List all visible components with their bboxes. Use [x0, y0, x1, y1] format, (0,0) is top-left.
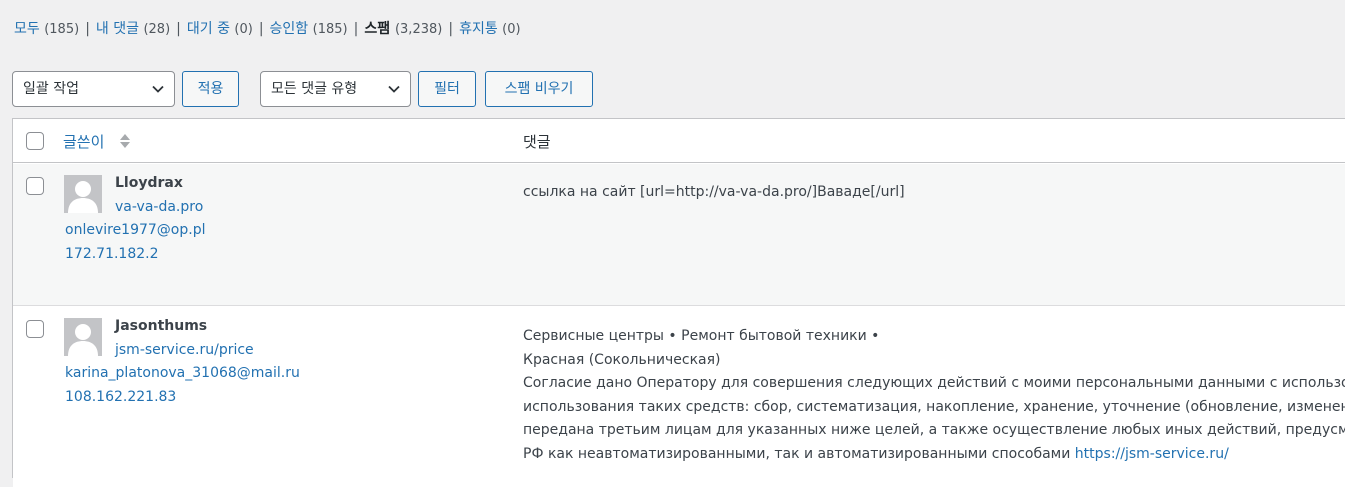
avatar	[64, 175, 102, 213]
bulk-action-value: 일괄 작업	[23, 81, 79, 97]
table-row: Jasonthums jsm-service.ru/price karina_p…	[13, 307, 1345, 487]
comment-line: передана третьим лицам для указанных ниж…	[523, 422, 1345, 438]
status-link-pending[interactable]: 대기 중 (0)	[187, 21, 253, 37]
author-name: Jasonthums	[115, 318, 208, 334]
status-link-spam[interactable]: 스팸 (3,238)	[364, 21, 442, 37]
comment-line: использования таких средств: сбор, систе…	[523, 398, 1345, 415]
comment-line: Красная (Сокольническая)	[523, 351, 721, 368]
bulk-action-select[interactable]: 일괄 작업	[12, 71, 175, 107]
comment-type-value: 모든 댓글 유형	[271, 81, 358, 97]
comment-text: ссылка на сайт [url=http://va-va-da.pro/…	[523, 181, 905, 205]
column-comment-header: 댓글	[523, 133, 551, 151]
separator: |	[176, 21, 181, 37]
comment-link[interactable]: https://jsm-service.ru/	[1075, 446, 1229, 462]
chevron-down-icon	[152, 85, 164, 93]
comment-text: Сервисные центры • Ремонт бытовой техник…	[523, 325, 1345, 466]
comment-line: ссылка на сайт [url=http://va-va-da.pro/…	[523, 184, 905, 200]
author-email-link[interactable]: karina_platonova_31068@mail.ru	[65, 365, 300, 381]
status-link-all[interactable]: 모두 (185)	[14, 21, 79, 37]
comment-type-select[interactable]: 모든 댓글 유형	[260, 71, 411, 107]
author-ip-link[interactable]: 108.162.221.83	[65, 389, 176, 405]
separator: |	[258, 21, 264, 37]
author-url-link[interactable]: jsm-service.ru/price	[115, 342, 254, 358]
table-row: Lloydrax va-va-da.pro onlevire1977@op.pl…	[13, 164, 1345, 306]
sort-icon[interactable]	[119, 132, 131, 150]
filter-button[interactable]: 필터	[418, 71, 476, 107]
author-ip-link[interactable]: 172.71.182.2	[65, 246, 159, 262]
table-header: 글쓴이 댓글	[13, 119, 1345, 163]
status-link-trash[interactable]: 휴지통 (0)	[459, 21, 521, 37]
author-name: Lloydrax	[115, 175, 183, 191]
author-url-link[interactable]: va-va-da.pro	[115, 199, 203, 215]
select-all-checkbox[interactable]	[26, 132, 44, 150]
author-email-link[interactable]: onlevire1977@op.pl	[65, 222, 206, 238]
row-checkbox[interactable]	[26, 177, 44, 195]
status-link-mine[interactable]: 내 댓글 (28)	[96, 21, 170, 37]
default-avatar-icon	[64, 318, 102, 356]
comment-line: Согласие дано Оператору для совершения с…	[523, 375, 1345, 391]
status-link-approved[interactable]: 승인함 (185)	[270, 21, 348, 37]
empty-spam-button[interactable]: 스팸 비우기	[485, 71, 593, 107]
column-author-header[interactable]: 글쓴이	[63, 131, 104, 152]
comments-table: 글쓴이 댓글 Lloydrax va-va-da.pro onlevire197…	[12, 118, 1345, 487]
row-checkbox[interactable]	[26, 320, 44, 338]
separator: |	[85, 21, 90, 37]
comment-line: Сервисные центры • Ремонт бытовой техник…	[523, 328, 880, 344]
apply-button[interactable]: 적용	[182, 71, 239, 107]
chevron-down-icon	[388, 85, 400, 93]
comment-line: РФ как неавтоматизированными, так и авто…	[523, 445, 1229, 462]
separator: |	[353, 21, 359, 37]
separator: |	[448, 21, 454, 37]
default-avatar-icon	[64, 175, 102, 213]
status-filter-links: 모두 (185) | 내 댓글 (28) | 대기 중 (0) | 승인함 (185) | 스팸…	[14, 19, 521, 40]
avatar	[64, 318, 102, 356]
